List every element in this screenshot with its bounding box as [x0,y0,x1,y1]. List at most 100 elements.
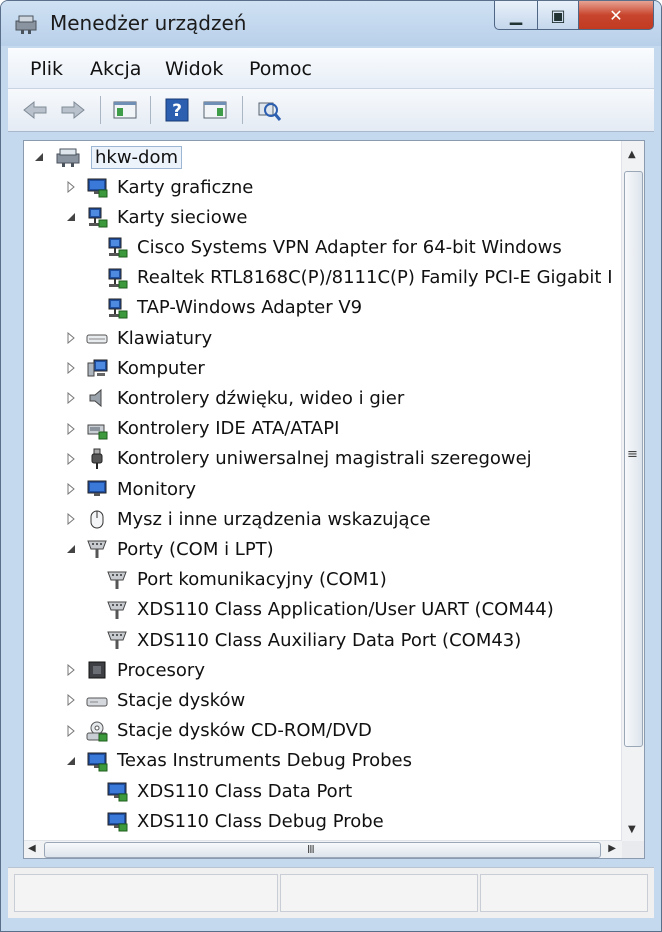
expand-arrow-icon[interactable] [64,693,78,707]
tree-item-label: Kontrolery IDE ATA/ATAPI [117,418,340,440]
vertical-scroll-thumb[interactable]: ≡ [624,171,643,747]
debug-probe-icon [107,812,128,832]
menu-plik[interactable]: Plik [30,57,63,81]
horizontal-scroll-thumb[interactable]: III [44,842,601,858]
help-button[interactable]: ? [164,97,190,123]
tree-item-label: Procesory [117,659,205,681]
expand-arrow-icon[interactable] [64,452,78,466]
collapse-arrow-icon[interactable] [64,542,78,556]
computer-host-icon [56,148,80,167]
tree-category[interactable]: Kontrolery uniwersalnej magistrali szere… [64,444,532,474]
show-hide-console-tree-button[interactable] [112,97,138,123]
close-icon: ✕ [609,5,623,25]
tree-root[interactable]: hkw-dom [32,142,183,172]
collapse-arrow-icon[interactable] [32,150,46,164]
tree-category[interactable]: Mysz i inne urządzenia wskazujące [64,504,431,534]
tree-device[interactable]: XDS110 Class Application/User UART (COM4… [96,595,554,625]
menu-pomoc[interactable]: Pomoc [249,57,312,81]
toolbar-separator [242,96,243,124]
collapse-arrow-icon[interactable] [64,754,78,768]
expand-arrow-icon[interactable] [64,663,78,677]
scroll-right-icon[interactable]: ▶ [608,843,616,854]
collapse-arrow-icon[interactable] [64,210,78,224]
tree-item-label: XDS110 Class Debug Probe [137,810,384,832]
tree-device[interactable]: Realtek RTL8168C(P)/8111C(P) Family PCI-… [96,263,613,293]
scan-hardware-button[interactable] [256,97,282,123]
tree-category[interactable]: Komputer [64,353,205,383]
tree-category[interactable]: Procesory [64,655,205,685]
tree-device[interactable]: TAP-Windows Adapter V9 [96,293,362,323]
tree-category[interactable]: Kontrolery IDE ATA/ATAPI [64,414,339,444]
status-pane-1 [14,874,278,912]
maximize-icon: ▣ [550,5,566,25]
tree-category[interactable]: Karty sieciowe [64,202,248,232]
port-icon [107,601,127,619]
scroll-corner [622,841,644,858]
menu-akcja[interactable]: Akcja [90,57,141,81]
tree-item-label: Komputer [117,357,205,379]
tree-category[interactable]: Monitory [64,474,196,504]
horizontal-scrollbar[interactable]: ◀ III ▶ [24,840,622,858]
menu-widok[interactable]: Widok [165,57,223,81]
status-bar [8,867,654,918]
device-tree[interactable]: hkw-dom Karty graficzne Karty sieciowe Cis… [23,140,645,859]
tree-item-label: Porty (COM i LPT) [117,538,274,560]
expand-arrow-icon[interactable] [64,180,78,194]
forward-button[interactable] [60,97,86,123]
tree-item-label: XDS110 Class Data Port [137,780,353,802]
tree-root-label: hkw-dom [91,145,183,169]
tree-item-label: Kontrolery uniwersalnej magistrali szere… [117,448,532,470]
port-icon [107,631,127,649]
tree-item-label: XDS110 Class Auxiliary Data Port (COM43) [137,629,522,651]
expand-arrow-icon[interactable] [64,482,78,496]
caption-buttons: ▁ ▣ ✕ [494,1,654,31]
status-pane-3 [480,874,648,912]
scroll-up-icon[interactable]: ▲ [628,149,636,160]
tree-category[interactable]: Stacje dysków [64,685,245,715]
tree-category[interactable]: Kontrolery dźwięku, wideo i gier [64,383,404,413]
properties-pane-icon [113,101,137,119]
tree-item-label: Mysz i inne urządzenia wskazujące [117,508,431,530]
action-pane-button[interactable] [202,97,228,123]
debug-probe-icon [87,752,108,772]
toolbar-separator [100,96,101,124]
expand-arrow-icon[interactable] [64,361,78,375]
scroll-left-icon[interactable]: ◀ [28,843,36,854]
vertical-scrollbar[interactable]: ▲ ≡ ▼ [621,141,644,841]
ide-controller-icon [87,424,108,440]
tree-category[interactable]: Karty graficzne [64,172,253,202]
network-adapter-icon [108,268,128,289]
tree-item-label: TAP-Windows Adapter V9 [137,297,363,319]
minimize-icon: ▁ [509,5,523,25]
expand-arrow-icon[interactable] [64,391,78,405]
back-button[interactable] [22,97,48,123]
monitor-icon [87,480,107,496]
device-tree-content: hkw-dom Karty graficzne Karty sieciowe Cis… [24,141,622,841]
expand-arrow-icon[interactable] [64,724,78,738]
tree-category[interactable]: Stacje dysków CD-ROM/DVD [64,716,372,746]
tree-device[interactable]: XDS110 Class Data Port [96,776,352,806]
tree-device[interactable]: Cisco Systems VPN Adapter for 64-bit Win… [96,232,562,262]
tree-device[interactable]: XDS110 Class Auxiliary Data Port (COM43) [96,625,521,655]
tree-category[interactable]: Texas Instruments Debug Probes [64,746,412,776]
expand-arrow-icon[interactable] [64,512,78,526]
minimize-button[interactable]: ▁ [494,1,538,30]
tree-device[interactable]: Port komunikacyjny (COM1) [96,565,387,595]
tree-category[interactable]: Klawiatury [64,323,212,353]
port-icon [107,571,127,589]
expand-arrow-icon[interactable] [64,422,78,436]
tree-category[interactable]: Porty (COM i LPT) [64,534,274,564]
scroll-down-icon[interactable]: ▼ [628,824,636,835]
toolbar-separator [150,96,151,124]
forward-icon [61,100,85,120]
back-icon [23,100,47,120]
maximize-button[interactable]: ▣ [538,1,579,30]
processor-icon [88,661,106,679]
device-manager-icon [15,15,37,34]
tree-device[interactable]: XDS110 Class Debug Probe [96,806,384,836]
title-bar[interactable]: Menedżer urządzeń ▁ ▣ ✕ [1,1,661,46]
expand-arrow-icon[interactable] [64,331,78,345]
close-button[interactable]: ✕ [579,1,654,30]
network-adapter-icon [108,237,128,258]
tree-item-label: Cisco Systems VPN Adapter for 64-bit Win… [137,236,562,258]
